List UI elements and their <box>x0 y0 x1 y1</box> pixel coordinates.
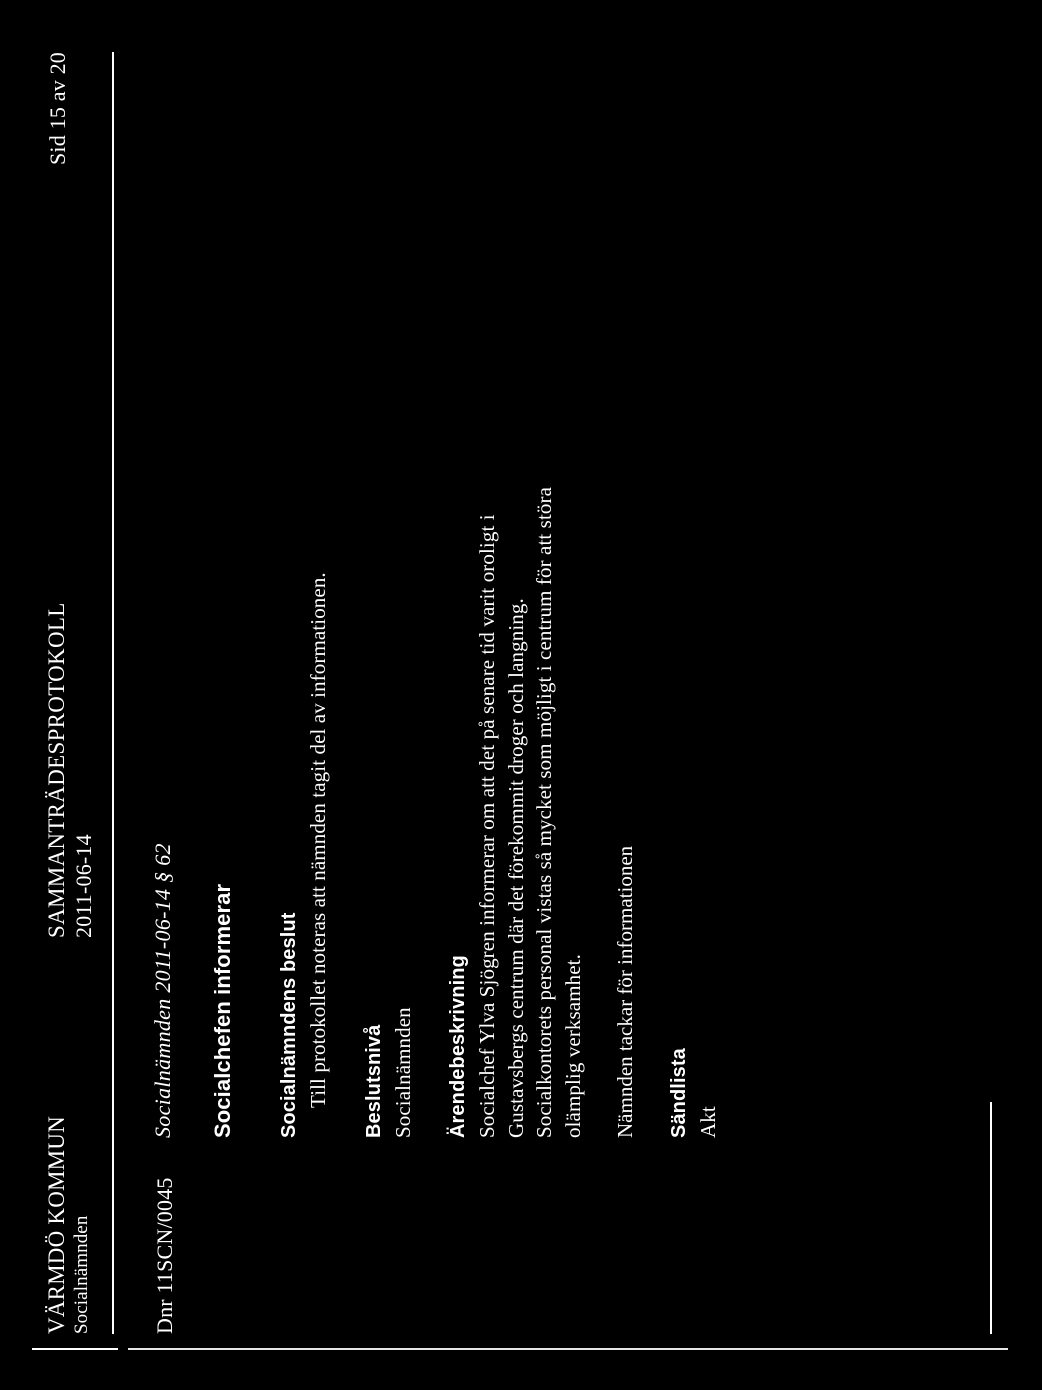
case-title: Socialchefen informerar <box>210 883 235 1138</box>
section-distribution-body: Akt <box>694 258 723 1138</box>
section-case-description-line-3: Socialkontorets personal vistas så mycke… <box>532 487 557 1138</box>
case-reference: Socialnämnden 2011-06-14 § 62 <box>150 843 175 1138</box>
section-case-description-body: Socialchef Ylva Sjögren informerar om at… <box>473 258 587 1138</box>
section-decision: Socialnämndens beslut Till protokollet n… <box>278 258 333 1138</box>
board-name: Socialnämnden <box>70 1215 92 1334</box>
section-decision-level-body: Socialnämnden <box>389 258 418 1138</box>
section-case-description-line-1: Socialchef Ylva Sjögren informerar om at… <box>475 514 500 1138</box>
footer-rule <box>990 1102 992 1334</box>
content-column: Socialnämnden 2011-06-14 § 62 Socialchef… <box>150 258 753 1138</box>
section-decision-line-1: Till protokollet noteras att nämnden tag… <box>306 572 330 1108</box>
margin-column: Dnr 11SCN/0045 <box>150 1138 178 1334</box>
closing-statement: Nämnden tackar för informationen <box>613 845 638 1138</box>
protocol-page: VÄRMDÖ KOMMUN Socialnämnden SAMMANTRÄDES… <box>0 0 1042 1390</box>
header-vertical-rule <box>32 1348 118 1350</box>
section-case-description: Ärendebeskrivning Socialchef Ylva Sjögre… <box>447 258 587 1138</box>
page-header: VÄRMDÖ KOMMUN Socialnämnden SAMMANTRÄDES… <box>44 52 116 1334</box>
header-divider-rule <box>112 52 114 1334</box>
document-type: SAMMANTRÄDESPROTOKOLL <box>44 602 69 938</box>
organization-name: VÄRMDÖ KOMMUN <box>44 1116 69 1334</box>
page-body: Dnr 11SCN/0045 Socialnämnden 2011-06-14 … <box>150 52 753 1334</box>
meeting-date: 2011-06-14 <box>70 834 96 938</box>
header-doctype-block: SAMMANTRÄDESPROTOKOLL 2011-06-14 <box>44 242 97 942</box>
section-distribution-heading: Sändlista <box>668 1048 691 1138</box>
section-decision-body: Till protokollet noteras att nämnden tag… <box>304 258 333 1138</box>
header-organization-block: VÄRMDÖ KOMMUN Socialnämnden <box>44 942 93 1334</box>
scan-edge-line <box>128 1348 1008 1350</box>
section-case-description-heading: Ärendebeskrivning <box>447 955 470 1138</box>
section-case-description-line-2: Gustavsbergs centrum där det förekommit … <box>503 598 528 1138</box>
case-dnr: Dnr 11SCN/0045 <box>152 1177 177 1334</box>
section-decision-level: Beslutsnivå Socialnämnden <box>363 258 418 1138</box>
section-case-description-line-4: olämplig verksamhet. <box>560 954 585 1138</box>
page-number: Sid 15 av 20 <box>45 52 70 166</box>
section-decision-level-heading: Beslutsnivå <box>362 1024 385 1138</box>
section-decision-level-line-1: Socialnämnden <box>390 1007 415 1138</box>
section-decision-heading: Socialnämndens beslut <box>278 912 300 1139</box>
section-distribution: Sändlista Akt <box>668 258 723 1138</box>
distribution-item-akt: Akt <box>696 1106 721 1138</box>
rotated-scan-frame: VÄRMDÖ KOMMUN Socialnämnden SAMMANTRÄDES… <box>0 0 1042 1390</box>
